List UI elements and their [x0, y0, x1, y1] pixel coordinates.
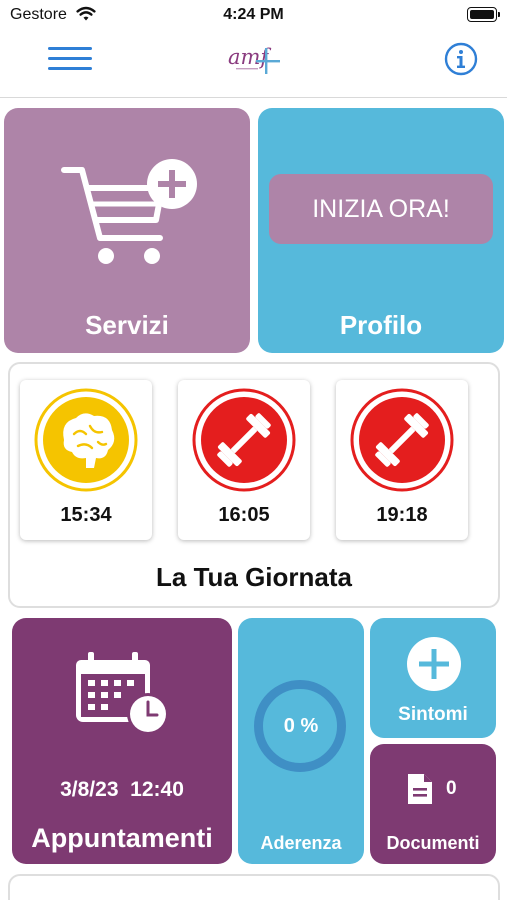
calendar-clock-icon: [76, 652, 169, 735]
logo-text: amf: [228, 45, 271, 69]
status-bar: Gestore 4:24 PM: [0, 0, 507, 32]
bottom-card: [8, 874, 500, 900]
menu-line: [48, 67, 92, 70]
dumbbell-icon: [192, 388, 296, 497]
appuntamenti-label: Appuntamenti: [31, 823, 213, 853]
app-logo: amf: [226, 38, 284, 78]
nav-bar: amf: [0, 32, 507, 98]
sintomi-tile[interactable]: Sintomi: [370, 618, 496, 738]
document-icon: [408, 774, 432, 804]
hamburger-menu-button[interactable]: [48, 44, 94, 72]
appuntamenti-tile[interactable]: 3/8/23 12:40 Appuntamenti: [12, 618, 232, 864]
adherence-percentage: 0 %: [283, 715, 319, 737]
dumbbell-icon: [350, 388, 454, 497]
activity-time: 19:18: [376, 504, 428, 526]
inizia-ora-button[interactable]: INIZIA ORA!: [269, 174, 493, 244]
aderenza-label: Aderenza: [260, 833, 342, 853]
activity-card-2[interactable]: 16:05: [178, 380, 310, 540]
servizi-label: Servizi: [85, 310, 169, 340]
cart-plus-icon: [61, 159, 197, 264]
activity-card-1[interactable]: 15:34: [20, 380, 152, 540]
giornata-title: La Tua Giornata: [156, 562, 352, 592]
aderenza-tile[interactable]: 0 % Aderenza: [238, 618, 364, 864]
servizi-tile[interactable]: Servizi: [4, 108, 250, 353]
status-time: 4:24 PM: [223, 6, 284, 23]
documenti-label: Documenti: [386, 833, 480, 853]
appointment-date: 3/8/23 12:40: [60, 778, 184, 801]
info-button[interactable]: [444, 42, 478, 76]
sintomi-label: Sintomi: [398, 704, 468, 725]
activity-time: 16:05: [218, 504, 270, 526]
menu-line: [48, 57, 92, 60]
add-circle-icon: [407, 637, 461, 691]
battery-icon: [467, 7, 500, 22]
profilo-label: Profilo: [339, 310, 423, 340]
la-tua-giornata-card: 15:34 16:05 19:18 La Tua Giornata: [8, 362, 500, 608]
activity-time: 15:34: [60, 504, 112, 526]
document-count: 0: [446, 778, 457, 799]
menu-line: [48, 47, 92, 50]
documenti-tile[interactable]: 0 Documenti: [370, 744, 496, 864]
brain-icon: [34, 388, 138, 497]
activity-card-3[interactable]: 19:18: [336, 380, 468, 540]
info-icon: [444, 42, 478, 76]
profilo-tile[interactable]: INIZIA ORA! Profilo: [258, 108, 504, 353]
